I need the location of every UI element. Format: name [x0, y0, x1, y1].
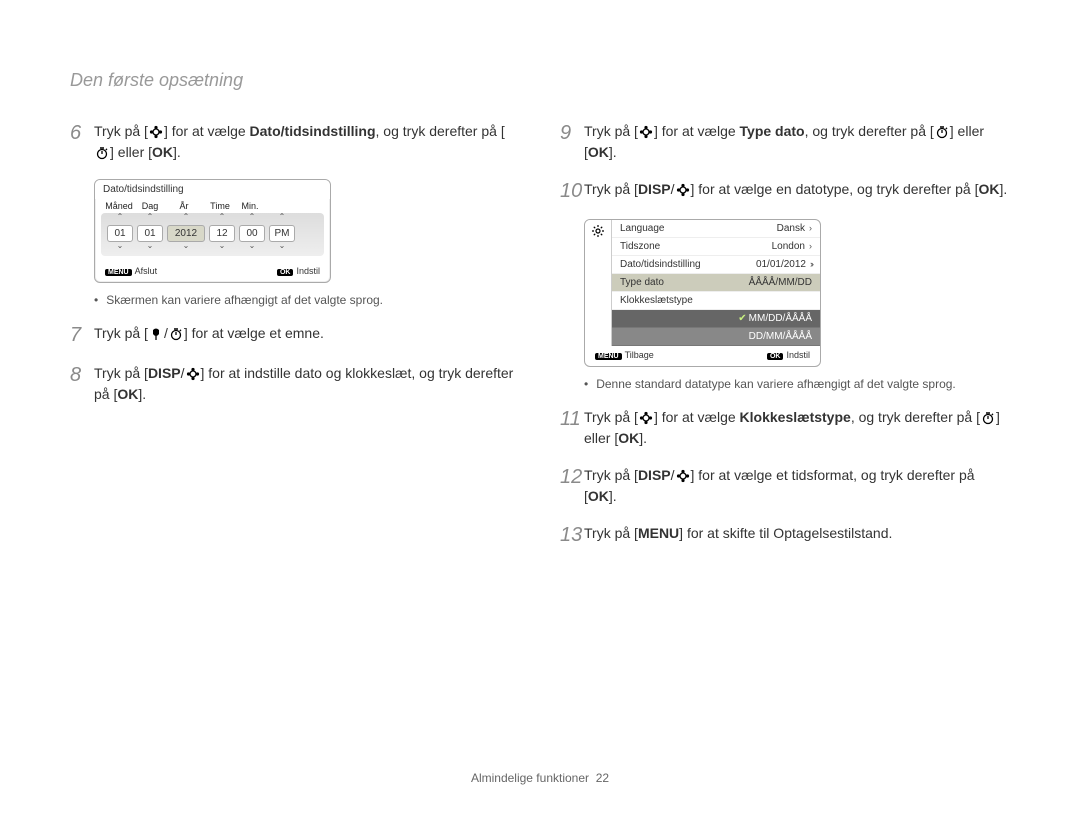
step-text: Tryk på [] for at vælge Klokkeslætstype,…	[584, 407, 1010, 449]
step-number: 6	[70, 121, 94, 145]
chevron-up-icon[interactable]: ⌃	[219, 213, 226, 221]
timer-icon	[934, 125, 950, 139]
step-8: 8 Tryk på [DISP/] for at indstille dato …	[70, 363, 520, 405]
step-11: 11 Tryk på [] for at vælge Klokkeslætsty…	[560, 407, 1010, 449]
disp-label: DISP	[148, 365, 181, 381]
spinner-min[interactable]: 00	[239, 225, 265, 242]
menu-option-mmddyyyy[interactable]: ✔MM/DD/ÅÅÅÅ	[612, 310, 820, 328]
menu-item-datetype[interactable]: Type datoÅÅÅÅ/MM/DD	[612, 274, 820, 292]
spinner-year[interactable]: 2012	[167, 225, 205, 242]
ss-column-labels: Måned Dag År Time Min.	[95, 199, 330, 213]
note-language: •Skærmen kan variere afhængigt af det va…	[94, 293, 520, 307]
flower-icon	[675, 469, 691, 483]
chevron-right-icon: ›	[809, 241, 812, 251]
chevron-down-icon[interactable]: ⌄	[117, 242, 124, 250]
page-footer: Almindelige funktioner 22	[0, 771, 1080, 785]
date-time-screenshot: Dato/tidsindstilling Måned Dag År Time M…	[94, 179, 331, 283]
step-number: 13	[560, 523, 584, 547]
ok-label: OK	[618, 430, 639, 446]
double-chevron-right-icon: ››	[810, 259, 812, 269]
step-number: 7	[70, 323, 94, 347]
menu-option-ddmmyyyy[interactable]: DD/MM/ÅÅÅÅ	[612, 328, 820, 346]
chevron-up-icon[interactable]: ⌃	[249, 213, 256, 221]
step-number: 10	[560, 179, 584, 203]
chevron-up-icon[interactable]: ⌃	[183, 213, 190, 221]
ok-label: OK	[117, 386, 138, 402]
chevron-down-icon[interactable]: ⌄	[147, 242, 154, 250]
ok-label: OK	[978, 181, 999, 197]
left-column: 6 Tryk på [] for at vælge Dato/tidsindst…	[70, 121, 520, 563]
flower-icon	[638, 411, 654, 425]
tulip-icon	[148, 327, 164, 341]
step-text: Tryk på [DISP/] for at vælge en datotype…	[584, 179, 1010, 200]
flower-icon	[638, 125, 654, 139]
ss-set[interactable]: OKIndstil	[767, 350, 810, 360]
step-number: 11	[560, 407, 584, 431]
gear-tab-icon[interactable]	[585, 220, 612, 346]
timer-icon	[980, 411, 996, 425]
check-icon: ✔	[738, 313, 746, 324]
step-12: 12 Tryk på [DISP/] for at vælge et tidsf…	[560, 465, 1010, 507]
spinner-day[interactable]: 01	[137, 225, 163, 242]
flower-icon	[185, 367, 201, 381]
chevron-down-icon[interactable]: ⌄	[183, 242, 190, 250]
chevron-up-icon[interactable]: ⌃	[147, 213, 154, 221]
menu-item-timetype[interactable]: Klokkeslætstype	[612, 292, 820, 310]
menu-item-datetime[interactable]: Dato/tidsindstilling01/01/2012››	[612, 256, 820, 274]
menu-label: MENU	[638, 525, 679, 541]
ok-label: OK	[152, 144, 173, 160]
step-text: Tryk på [] for at vælge Type dato, og tr…	[584, 121, 1010, 163]
step-6: 6 Tryk på [] for at vælge Dato/tidsindst…	[70, 121, 520, 163]
spinner-hour[interactable]: 12	[209, 225, 235, 242]
chevron-down-icon[interactable]: ⌄	[219, 242, 226, 250]
ss-spinner-row: ⌃01⌄ ⌃01⌄ ⌃2012⌄ ⌃12⌄ ⌃00⌄ ⌃PM⌄	[101, 213, 324, 256]
step-7: 7 Tryk på [/] for at vælge et emne.	[70, 323, 520, 347]
chevron-up-icon[interactable]: ⌃	[279, 213, 286, 221]
chevron-right-icon: ›	[809, 223, 812, 233]
ss-set[interactable]: OKIndstil	[277, 266, 320, 276]
spinner-month[interactable]: 01	[107, 225, 133, 242]
step-text: Tryk på [DISP/] for at vælge et tidsform…	[584, 465, 1010, 507]
step-10: 10 Tryk på [DISP/] for at vælge en datot…	[560, 179, 1010, 203]
step-9: 9 Tryk på [] for at vælge Type dato, og …	[560, 121, 1010, 163]
settings-menu-screenshot: LanguageDansk› TidszoneLondon› Dato/tids…	[584, 219, 821, 367]
menu-item-timezone[interactable]: TidszoneLondon›	[612, 238, 820, 256]
ok-label: OK	[588, 488, 609, 504]
step-text: Tryk på [DISP/] for at indstille dato og…	[94, 363, 520, 405]
right-column: 9 Tryk på [] for at vælge Type dato, og …	[560, 121, 1010, 563]
step-number: 8	[70, 363, 94, 387]
step-number: 9	[560, 121, 584, 145]
ss-title: Dato/tidsindstilling	[95, 180, 330, 199]
ok-label: OK	[588, 144, 609, 160]
menu-item-language[interactable]: LanguageDansk›	[612, 220, 820, 238]
step-13: 13 Tryk på [MENU] for at skifte til Opta…	[560, 523, 1010, 547]
step-text: Tryk på [] for at vælge Dato/tidsindstil…	[94, 121, 520, 163]
spinner-ampm[interactable]: PM	[269, 225, 295, 242]
step-text: Tryk på [MENU] for at skifte til Optagel…	[584, 523, 1010, 544]
note-datatype: •Denne standard datatype kan variere afh…	[584, 377, 1010, 391]
flower-icon	[148, 125, 164, 139]
step-number: 12	[560, 465, 584, 489]
timer-icon	[94, 146, 110, 160]
flower-icon	[675, 183, 691, 197]
page-title: Den første opsætning	[70, 70, 1010, 91]
ss-back[interactable]: MENUTilbage	[595, 350, 654, 360]
chevron-up-icon[interactable]: ⌃	[117, 213, 124, 221]
chevron-down-icon[interactable]: ⌄	[279, 242, 286, 250]
disp-label: DISP	[638, 181, 671, 197]
chevron-down-icon[interactable]: ⌄	[249, 242, 256, 250]
ss-exit[interactable]: MENUAfslut	[105, 266, 157, 276]
timer-icon	[168, 327, 184, 341]
disp-label: DISP	[638, 467, 671, 483]
step-text: Tryk på [/] for at vælge et emne.	[94, 323, 520, 344]
